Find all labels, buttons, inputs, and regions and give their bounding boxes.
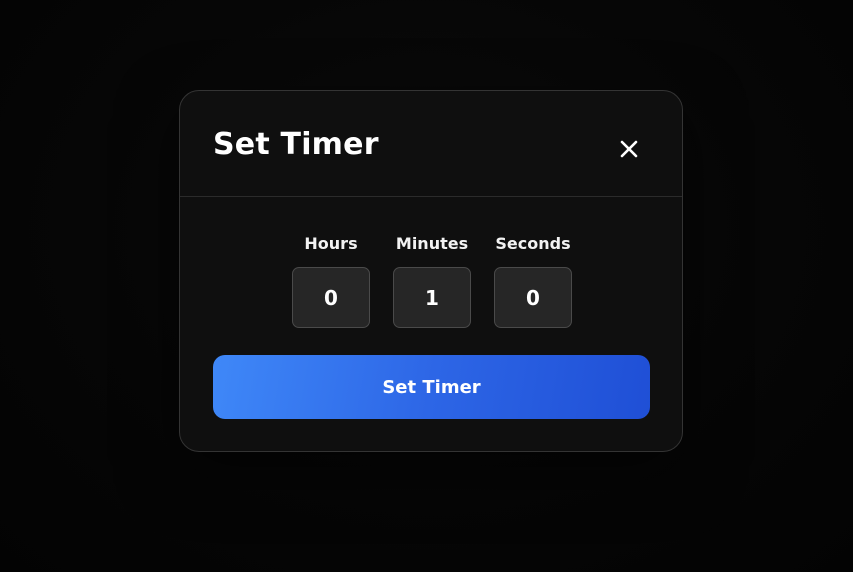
set-timer-button[interactable]: Set Timer: [213, 355, 650, 419]
hours-label: Hours: [304, 234, 358, 253]
hours-field: Hours: [286, 231, 376, 328]
seconds-input[interactable]: [494, 267, 572, 328]
seconds-label: Seconds: [495, 234, 571, 253]
minutes-field: Minutes: [387, 231, 477, 328]
hours-input[interactable]: [292, 267, 370, 328]
minutes-input[interactable]: [393, 267, 471, 328]
minutes-label: Minutes: [395, 234, 469, 253]
close-icon: [620, 140, 638, 158]
set-timer-dialog: Set Timer Hours Minutes Seconds Set Time…: [179, 90, 683, 452]
dialog-header: Set Timer: [180, 91, 682, 197]
seconds-field: Seconds: [488, 231, 578, 328]
close-button[interactable]: [613, 133, 645, 165]
dialog-title: Set Timer: [213, 127, 379, 162]
